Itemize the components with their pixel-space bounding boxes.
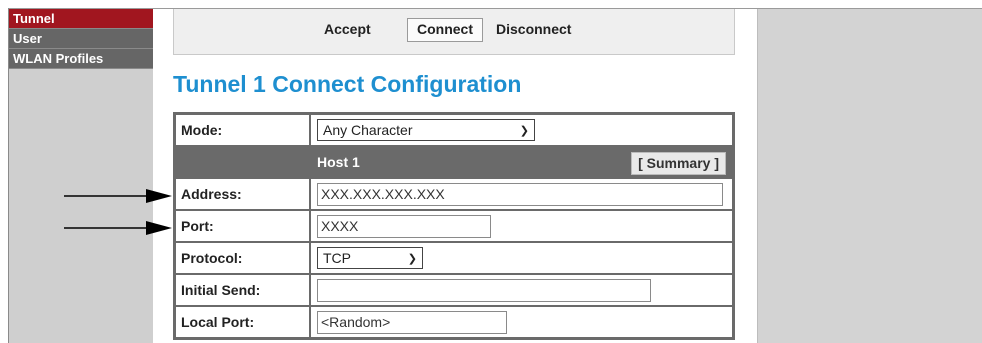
mode-row: Mode: Any Character ❯ xyxy=(176,115,732,145)
port-row: Port: xyxy=(176,211,732,241)
protocol-row: Protocol: TCP ❯ xyxy=(176,243,732,273)
host-header-row: Host 1 [ Summary ] xyxy=(176,147,732,177)
sidebar: Tunnel User WLAN Profiles xyxy=(9,9,153,343)
mode-select[interactable]: Any Character ❯ xyxy=(317,119,535,141)
chevron-down-icon: ❯ xyxy=(519,124,529,137)
port-label: Port: xyxy=(176,211,309,241)
initial-send-label: Initial Send: xyxy=(176,275,309,305)
summary-link[interactable]: [ Summary ] xyxy=(631,152,726,175)
accept-button[interactable]: Accept xyxy=(324,18,371,40)
connect-button[interactable]: Connect xyxy=(407,18,483,42)
protocol-select[interactable]: TCP ❯ xyxy=(317,247,423,269)
right-panel xyxy=(757,9,982,343)
arrow-right-icon xyxy=(64,189,172,203)
sidebar-item-tunnel[interactable]: Tunnel xyxy=(9,9,153,29)
host-label: Host 1 xyxy=(317,154,360,170)
local-port-label: Local Port: xyxy=(176,307,309,337)
initial-send-row: Initial Send: xyxy=(176,275,732,305)
connection-toolbar: Accept Connect Disconnect xyxy=(173,9,735,55)
address-row: Address: xyxy=(176,179,732,209)
local-port-input[interactable] xyxy=(317,310,507,334)
address-input[interactable] xyxy=(317,182,723,206)
main-content: Accept Connect Disconnect Tunnel 1 Conne… xyxy=(153,9,757,343)
chevron-down-icon: ❯ xyxy=(407,252,417,265)
disconnect-button[interactable]: Disconnect xyxy=(496,18,571,40)
address-label: Address: xyxy=(176,179,309,209)
mode-label: Mode: xyxy=(176,115,309,145)
protocol-select-value: TCP xyxy=(323,250,351,266)
mode-select-value: Any Character xyxy=(323,122,413,138)
sidebar-item-user[interactable]: User xyxy=(9,29,153,49)
port-input[interactable] xyxy=(317,214,491,238)
local-port-row: Local Port: xyxy=(176,307,732,337)
protocol-label: Protocol: xyxy=(176,243,309,273)
arrow-right-icon xyxy=(64,221,172,235)
connect-config-table: Mode: Any Character ❯ Host 1 [ Summary ]… xyxy=(173,112,735,340)
page-title: Tunnel 1 Connect Configuration xyxy=(173,71,522,97)
initial-send-input[interactable] xyxy=(317,278,651,302)
sidebar-item-wlan-profiles[interactable]: WLAN Profiles xyxy=(9,49,153,69)
